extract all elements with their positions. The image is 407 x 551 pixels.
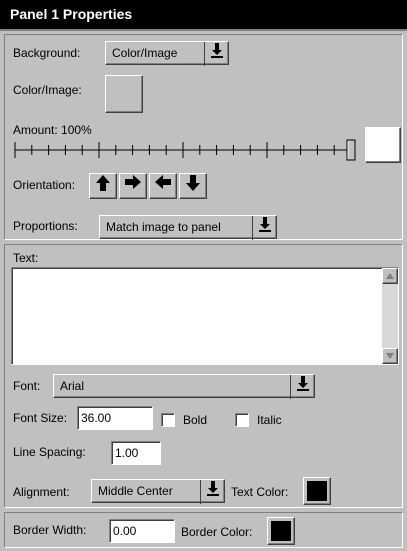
amount-label: Amount: 100% <box>13 123 92 137</box>
border-color-swatch[interactable] <box>267 517 295 545</box>
alignment-label: Alignment: <box>13 485 70 499</box>
font-size-input[interactable]: 36.00 <box>77 406 153 430</box>
background-value: Color/Image <box>112 46 178 60</box>
bold-label: Bold <box>183 413 208 427</box>
border-color-fill <box>271 521 291 541</box>
line-spacing-input[interactable]: 1.00 <box>111 441 161 465</box>
alignment-value: Middle Center <box>98 484 173 498</box>
amount-preview-swatch[interactable] <box>365 127 401 163</box>
italic-checkbox[interactable] <box>235 413 249 427</box>
color-image-label: Color/Image: <box>13 83 82 97</box>
orientation-buttons <box>89 173 213 199</box>
font-value: Arial <box>60 379 85 393</box>
chevron-down-icon <box>200 480 224 504</box>
scroll-up-arrow-icon[interactable] <box>382 268 398 284</box>
slider-thumb <box>346 139 356 161</box>
text-section: Text: Font: Arial Font Size: 36.00 Bold … <box>4 244 403 508</box>
line-spacing-label: Line Spacing: <box>13 445 86 459</box>
text-label: Text: <box>13 251 39 265</box>
right-arrow-icon[interactable] <box>119 173 147 199</box>
chevron-down-icon <box>204 42 228 66</box>
border-width-input[interactable]: 0.00 <box>109 519 175 543</box>
text-color-fill <box>307 481 327 501</box>
chevron-down-icon <box>290 375 314 399</box>
border-color-label: Border Color: <box>181 525 253 539</box>
bold-checkbox[interactable] <box>161 413 175 427</box>
background-dropdown[interactable]: Color/Image <box>105 41 229 66</box>
orientation-label: Orientation: <box>13 178 76 192</box>
proportions-dropdown[interactable]: Match image to panel <box>99 215 277 240</box>
down-arrow-icon[interactable] <box>179 173 207 199</box>
proportions-value: Match image to panel <box>106 220 221 234</box>
color-image-swatch[interactable] <box>105 75 143 113</box>
amount-slider[interactable] <box>11 137 359 163</box>
text-color-label: Text Color: <box>231 485 289 499</box>
background-section: Background: Color/Image Color/Image: Amo… <box>4 34 403 240</box>
font-dropdown[interactable]: Arial <box>53 374 315 399</box>
panel-title: Panel 1 Properties <box>0 0 407 31</box>
proportions-label: Proportions: <box>13 219 78 233</box>
font-label: Font: <box>13 379 41 393</box>
border-width-label: Border Width: <box>13 523 87 537</box>
text-area[interactable] <box>11 267 399 365</box>
up-arrow-icon[interactable] <box>89 173 117 199</box>
font-size-label: Font Size: <box>13 411 68 425</box>
border-section: Border Width: 0.00 Border Color: <box>4 512 403 548</box>
left-arrow-icon[interactable] <box>149 173 177 199</box>
text-scrollbar[interactable] <box>382 268 398 364</box>
chevron-down-icon <box>252 216 276 240</box>
background-label: Background: <box>13 46 81 60</box>
alignment-dropdown[interactable]: Middle Center <box>91 479 225 504</box>
scroll-down-arrow-icon[interactable] <box>382 348 398 364</box>
italic-label: Italic <box>257 413 282 427</box>
text-color-swatch[interactable] <box>303 477 331 505</box>
